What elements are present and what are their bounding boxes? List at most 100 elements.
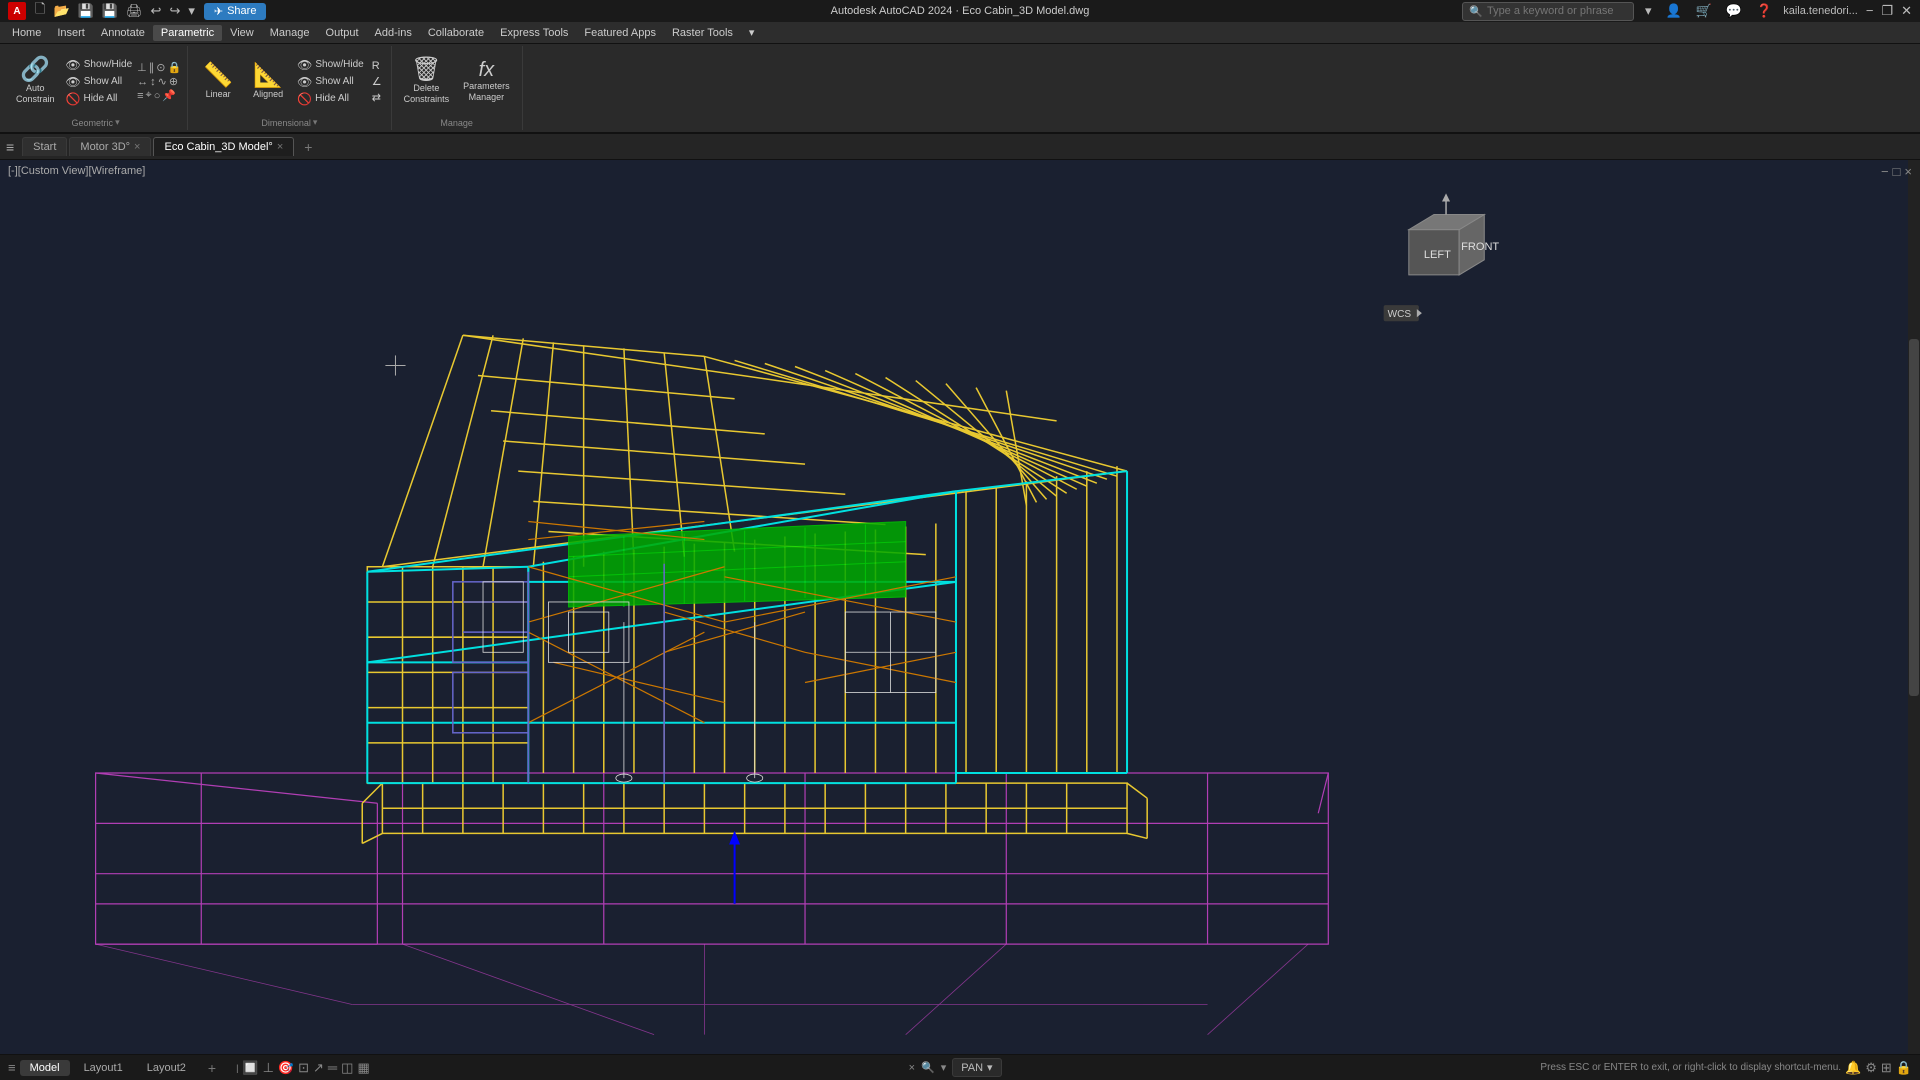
minimize-button[interactable]: − [1866,3,1874,19]
svg-text:WCS: WCS [1388,309,1412,320]
scrollbar-right[interactable] [1908,160,1920,1054]
share-button[interactable]: ✈ Share [204,3,267,20]
selection-icon[interactable]: ▦ [357,1060,369,1076]
menu-manage[interactable]: Manage [262,25,318,41]
dimensional-expand-icon[interactable]: ▾ [313,117,318,128]
menu-parametric[interactable]: Parametric [153,25,222,41]
geometric-expand-icon[interactable]: ▾ [115,117,120,128]
pan-mode-indicator[interactable]: PAN ▾ [952,1058,1001,1077]
geometric-show-hide-button[interactable]: 👁 Show/Hide [63,57,136,73]
viewport[interactable]: [-][Custom View][Wireframe] − □ × [0,160,1920,1054]
new-button[interactable]: 🗋 [32,0,48,23]
otrack-icon[interactable]: ↗ [313,1060,324,1076]
osnap-icon[interactable]: ⊡ [298,1060,309,1076]
menu-collaborate[interactable]: Collaborate [420,25,492,41]
search-input[interactable] [1487,5,1627,17]
transparency-icon[interactable]: ◫ [341,1060,353,1076]
auto-constrain-button[interactable]: 🔗 AutoConstrain [10,52,61,112]
geometric-hide-all-button[interactable]: 🚫 Hide All [63,91,136,107]
plot-button[interactable]: 🖨 [123,2,146,20]
open-button[interactable]: 📂 [50,2,72,20]
menu-output[interactable]: Output [318,25,367,41]
tabs-hamburger-icon[interactable]: ≡ [6,139,14,155]
scrollbar-thumb-right[interactable] [1909,339,1919,697]
cmd-clear-icon[interactable]: × [909,1062,915,1074]
communication-icon[interactable]: 💬 [1723,2,1745,20]
menu-insert[interactable]: Insert [49,25,93,41]
lineweight-icon[interactable]: ═ [328,1060,337,1075]
menu-featured[interactable]: Featured Apps [576,25,664,41]
user-name[interactable]: kaila.tenedori... [1783,5,1858,17]
polar-icon[interactable]: 🎯 [278,1060,294,1076]
constraint-icon-9[interactable]: ⌖ [146,89,152,102]
parameters-manager-button[interactable]: fx ParametersManager [457,52,516,112]
angle-button[interactable]: ∠ [369,74,385,89]
ortho-icon[interactable]: ⊥ [263,1060,274,1076]
constraint-icon-1[interactable]: ⊥ [137,61,147,74]
cart-icon[interactable]: 🛒 [1693,2,1715,20]
fix-icon[interactable]: 📌 [162,89,176,102]
snap-icon[interactable]: 🔲 [242,1060,258,1076]
help-icon[interactable]: ❓ [1753,2,1775,20]
view-label[interactable]: [-][Custom View][Wireframe] [8,165,145,177]
cmd-expand-icon[interactable]: ▾ [941,1061,947,1074]
constraint-icon-10[interactable]: ○ [154,90,161,102]
viewport-minimize-icon[interactable]: − [1881,164,1889,179]
dimensional-hide-all-button[interactable]: 🚫 Hide All [294,91,367,107]
tab-start[interactable]: Start [22,137,67,156]
radius-button[interactable]: R [369,59,385,73]
tab-motor-close[interactable]: × [134,141,140,153]
constraint-icon-2[interactable]: ∥ [149,61,155,74]
search-expand-icon[interactable]: ▾ [1642,2,1655,20]
menu-view[interactable]: View [222,25,262,41]
dimensional-show-hide-button[interactable]: 👁 Show/Hide [294,57,367,73]
workspace-icon[interactable]: ⊞ [1881,1060,1892,1076]
lock-icon-status[interactable]: 🔒 [1896,1060,1912,1076]
constraint-icon-5[interactable]: ↕ [150,76,156,88]
title-bar: A 🗋 📂 💾 💾 🖨 ↩ ↪ ▾ ✈ Share Autodesk AutoC… [0,0,1920,22]
more-icon[interactable]: ▾ [185,2,198,20]
lock-icon-1[interactable]: 🔒 [167,61,181,74]
saveas-button[interactable]: 💾 [99,2,121,20]
menu-home[interactable]: Home [4,25,49,41]
dimensional-show-all-button[interactable]: 👁 Show All [294,74,367,90]
save-button[interactable]: 💾 [75,2,97,20]
layout1-tab[interactable]: Layout1 [74,1060,133,1076]
aligned-button[interactable]: 📐 Aligned [244,52,292,112]
notification-icon[interactable]: 🔔 [1845,1060,1861,1076]
convert-button[interactable]: ⇄ [369,90,385,105]
settings-icon[interactable]: ⚙ [1865,1060,1877,1076]
viewport-maximize-icon[interactable]: □ [1893,164,1901,179]
scrollbar-track-right[interactable] [1908,160,1920,1054]
redo-icon[interactable]: ↪ [166,2,183,20]
menu-overflow[interactable]: ▾ [741,24,763,41]
constraint-icon-8[interactable]: ≡ [137,90,143,102]
constraint-icon-6[interactable]: ∿ [158,75,167,88]
menu-annotate[interactable]: Annotate [93,25,153,41]
tab-motor-3d[interactable]: Motor 3D° × [69,137,151,156]
close-button[interactable]: ✕ [1901,3,1912,19]
viewport-close-icon[interactable]: × [1904,164,1912,179]
constraint-icon-4[interactable]: ↔ [137,76,148,88]
cmd-search-icon[interactable]: 🔍 [921,1061,935,1074]
restore-button[interactable]: ❐ [1881,3,1893,19]
menu-express[interactable]: Express Tools [492,25,576,41]
menu-addins[interactable]: Add-ins [367,25,420,41]
status-hamburger-icon[interactable]: ≡ [8,1060,16,1075]
model-tab[interactable]: Model [20,1060,70,1076]
linear-button[interactable]: 📏 Linear [194,52,242,112]
layout2-tab[interactable]: Layout2 [137,1060,196,1076]
new-tab-button[interactable]: + [296,136,320,158]
tab-eco-cabin[interactable]: Eco Cabin_3D Model° × [153,137,294,156]
search-box[interactable]: 🔍 [1462,2,1634,21]
geometric-show-all-button[interactable]: 👁 Show All [63,74,136,90]
tab-eco-close[interactable]: × [277,141,283,153]
constraint-icon-3[interactable]: ⊙ [156,61,165,74]
delete-constraints-button[interactable]: 🗑 DeleteConstraints [398,52,456,112]
command-area: × 🔍 ▾ PAN ▾ [374,1058,1537,1077]
add-layout-button[interactable]: + [200,1058,224,1078]
menu-raster[interactable]: Raster Tools [664,25,741,41]
undo-icon[interactable]: ↩ [148,2,165,20]
account-icon[interactable]: 👤 [1662,2,1684,20]
constraint-icon-7[interactable]: ⊕ [169,75,178,88]
